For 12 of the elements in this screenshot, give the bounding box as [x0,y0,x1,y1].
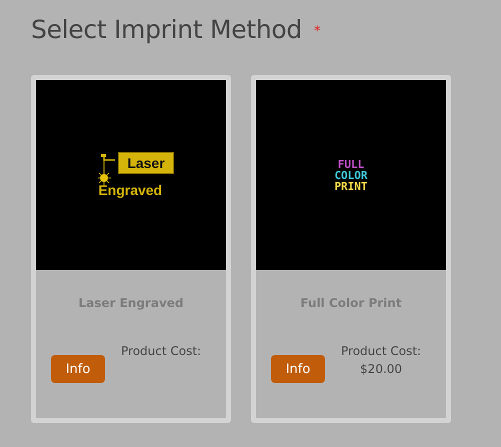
logo-text: PRINT [334,180,368,192]
logo-text: Engraved [98,182,162,198]
logo-text: FULL [338,158,364,170]
logo-text: COLOR [334,170,368,180]
cost-label: Product Cost: [121,343,202,360]
logo-text: Laser [118,152,174,174]
required-mark: * [314,24,320,38]
cost-label: Product Cost: [341,343,422,360]
info-button[interactable]: Info [271,355,325,383]
cost-value: $20.00 [360,361,402,378]
page-title: Select Imprint Method [31,14,302,44]
info-button[interactable]: Info [51,355,105,383]
